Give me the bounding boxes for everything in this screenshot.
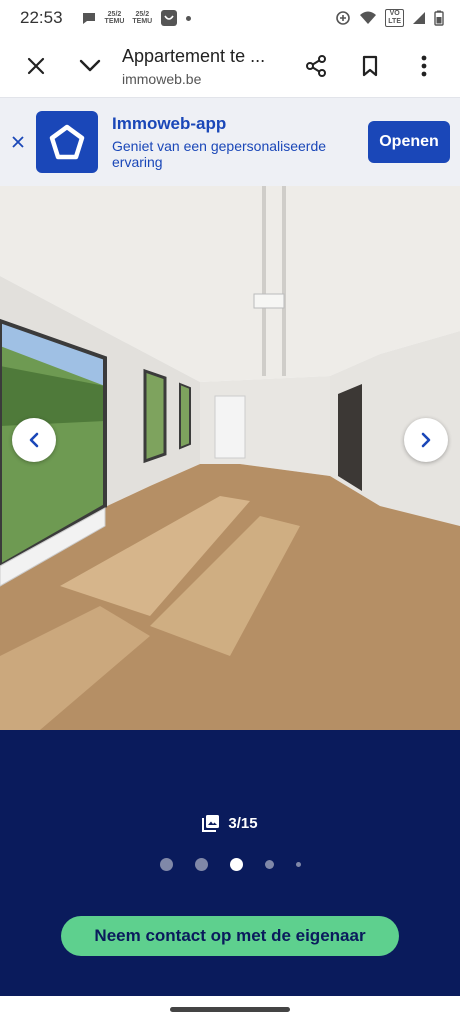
chevron-down-icon [79, 59, 101, 72]
battery-icon [434, 10, 444, 26]
close-icon [12, 136, 24, 148]
apartment-interior-image [0, 186, 460, 730]
share-button[interactable] [294, 44, 338, 88]
open-app-button[interactable]: Openen [368, 121, 450, 163]
app-install-banner: Immoweb-app Geniet van een gepersonalise… [0, 97, 460, 186]
app-subtitle: Geniet van een gepersonaliseerde ervarin… [112, 138, 327, 170]
chevron-right-icon [421, 432, 431, 448]
volte-icon: VO LTE [385, 9, 404, 27]
pagination-dot[interactable] [194, 858, 208, 871]
bookmark-button[interactable] [348, 44, 392, 88]
listing-photo[interactable] [0, 186, 460, 730]
house-icon [49, 124, 85, 160]
page-url: immoweb.be [122, 70, 202, 87]
more-notifications-dot [186, 15, 192, 21]
pagination-dot-active[interactable] [229, 858, 243, 871]
chevron-left-icon [29, 432, 39, 448]
pagination-dot[interactable] [159, 858, 173, 871]
close-icon [27, 57, 45, 75]
clock: 22:53 [20, 8, 63, 27]
browser-toolbar: Appartement te ... immoweb.be [0, 36, 460, 96]
previous-photo-button[interactable] [12, 418, 56, 462]
home-indicator[interactable] [170, 1007, 290, 1012]
pagination-dots [0, 858, 460, 871]
contact-owner-button[interactable]: Neem contact op met de eigenaar [61, 916, 399, 956]
menu-button[interactable] [402, 44, 446, 88]
app-title: Immoweb-app [112, 114, 227, 133]
close-banner-button[interactable] [0, 136, 36, 148]
gallery-icon [202, 815, 220, 832]
minimize-button[interactable] [68, 44, 112, 88]
page-title: Appartement te ... [122, 45, 266, 66]
share-icon [306, 55, 326, 77]
temu-notification-icon: 25/2 TEMU [104, 11, 125, 25]
system-navigation-bar [0, 996, 460, 1024]
wifi-icon [360, 11, 377, 24]
bookmark-icon [362, 55, 378, 77]
data-saver-icon [336, 11, 351, 25]
temu-notification-icon: 25/2 TEMU [132, 11, 153, 25]
app-notification-icon [161, 10, 178, 26]
page-title-area[interactable]: Appartement te ... immoweb.be [112, 46, 294, 87]
close-tab-button[interactable] [14, 44, 58, 88]
chat-icon [82, 13, 95, 24]
signal-icon [413, 12, 425, 24]
next-photo-button[interactable] [404, 418, 448, 462]
status-bar: 22:53 25/2 TEMU 25/2 TEMU VO LTE [0, 0, 460, 36]
photo-counter: 3/15 [0, 814, 460, 832]
pagination-dot[interactable] [264, 860, 274, 869]
photo-counter-text: 3/15 [228, 814, 258, 832]
immoweb-logo [36, 111, 98, 173]
pagination-dot[interactable] [295, 862, 301, 867]
more-vertical-icon [421, 55, 427, 77]
gallery-controls: 3/15 Neem contact op met de eigenaar [0, 730, 460, 996]
